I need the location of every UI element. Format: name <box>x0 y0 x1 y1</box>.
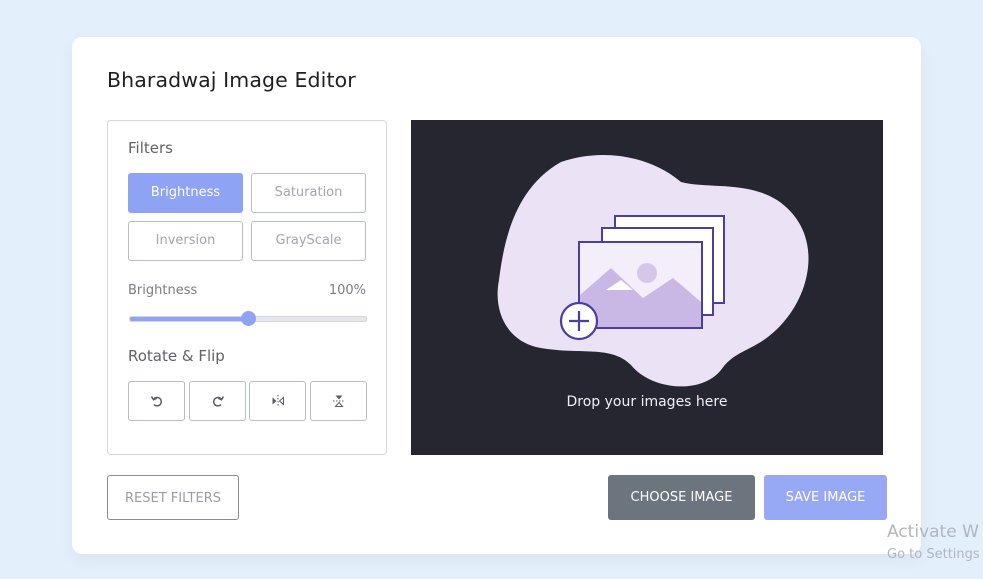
rotate-left-button[interactable] <box>128 381 185 421</box>
rotate-left-icon <box>150 396 162 407</box>
choose-image-button[interactable]: Choose Image <box>608 475 755 520</box>
grayscale-filter-button[interactable]: GrayScale <box>251 221 366 261</box>
inversion-filter-button[interactable]: Inversion <box>128 221 243 261</box>
saturation-filter-button[interactable]: Saturation <box>251 173 366 213</box>
editor-card: Bharadwaj Image Editor Filters Brightnes… <box>72 37 921 554</box>
page-title: Bharadwaj Image Editor <box>107 68 356 92</box>
image-preview-dropzone[interactable]: Drop your images here <box>411 120 883 455</box>
brightness-slider[interactable] <box>129 311 367 326</box>
brightness-filter-button[interactable]: Brightness <box>128 173 243 213</box>
flip-vertical-icon <box>332 395 345 407</box>
drop-instruction: Drop your images here <box>566 394 728 410</box>
slider-value: 100% <box>328 283 366 298</box>
rotate-flip-heading: Rotate & Flip <box>128 347 225 365</box>
slider-fill <box>130 317 248 321</box>
activation-watermark-title: Activate W <box>887 522 979 542</box>
filter-panel: Filters Brightness Saturation Inversion … <box>107 120 387 455</box>
reset-filters-button[interactable]: Reset Filters <box>107 475 239 520</box>
slider-thumb[interactable] <box>241 311 256 326</box>
rotate-right-button[interactable] <box>189 381 246 421</box>
flip-horizontal-button[interactable] <box>249 381 306 421</box>
activation-watermark-subtitle: Go to Settings <box>887 547 980 562</box>
slider-name: Brightness <box>128 283 198 298</box>
filters-heading: Filters <box>128 139 173 157</box>
flip-horizontal-icon <box>272 395 284 407</box>
rotate-right-icon <box>212 396 224 407</box>
flip-vertical-button[interactable] <box>310 381 367 421</box>
save-image-button[interactable]: Save Image <box>764 475 887 520</box>
